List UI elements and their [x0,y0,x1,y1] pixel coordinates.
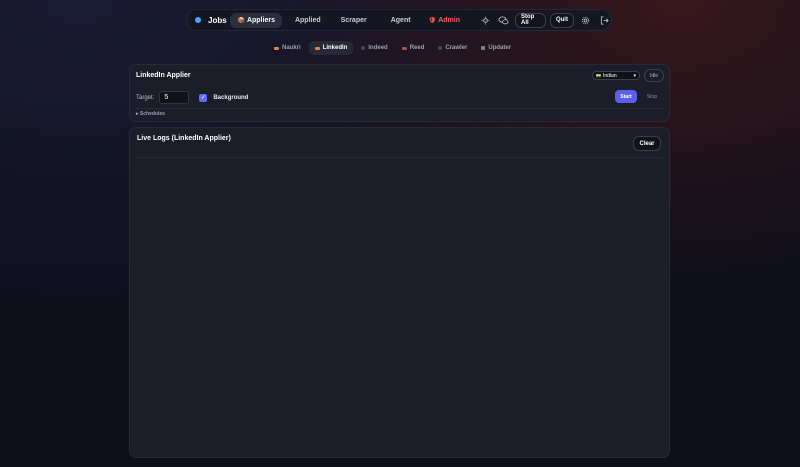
globe-icon [361,46,366,50]
logout-icon [600,15,609,25]
schedules-label: Schedules [139,111,165,117]
chat-button[interactable] [496,12,510,28]
subtab-indeed[interactable]: Indeed [355,41,393,55]
start-button[interactable]: Start [615,90,637,103]
document-icon [481,46,486,50]
theme-toggle-button[interactable] [479,12,493,28]
schedules-toggle[interactable]: ▸ Schedules [136,111,165,117]
flag-icon: 🇮🇳 [596,73,601,78]
quit-button[interactable]: Quit [549,12,574,28]
nav-tab-label: Appliers [246,16,275,24]
subtab-updater[interactable]: Updater [475,41,517,55]
flag-icon [274,46,279,50]
chat-icon [498,15,509,24]
package-icon: 📦 [237,17,245,24]
background-label: Background [213,94,249,101]
brand-dot-icon [195,17,201,23]
live-logs-panel: Live Logs (LinkedIn Applier) Clear [129,127,670,458]
flag-icon [314,46,320,50]
flag-icon [401,46,407,50]
divider [136,157,663,158]
background-checkbox[interactable]: ✓ [199,93,208,102]
stop-all-button[interactable]: Stop All [515,12,546,28]
nav-tab-applied[interactable]: Applied [288,13,328,28]
stop-button[interactable]: Stop [643,90,661,103]
subtab-label: Crawler [445,45,468,51]
nav-tab-agent[interactable]: Agent [384,13,418,28]
nav-tab-admin[interactable]: 🛡 Admin [422,13,467,28]
shield-icon: 🛡 [428,17,437,24]
applier-controls: Target: 5 ✓ Background [136,91,248,104]
target-input[interactable]: 5 [159,91,190,104]
nav-tab-appliers[interactable]: 📦 Appliers [230,12,282,28]
gear-icon [582,16,590,24]
region-value: Indian [602,72,617,79]
logs-title: Live Logs (LinkedIn Applier) [137,135,231,142]
status-badge: Idle [644,69,665,82]
subtab-label: LinkedIn [322,45,348,51]
subtab-label: Updater [488,45,512,51]
subtab-label: Naukri [282,45,301,51]
applier-title: LinkedIn Applier [136,72,191,79]
brand[interactable]: Jobs [195,16,230,25]
divider [136,108,663,109]
nav-tab-label: Agent [390,16,411,24]
applier-panel: LinkedIn Applier 🇮🇳 Indian ▾ Idle Target… [129,64,670,122]
nav-tab-scraper[interactable]: Scraper [334,13,374,28]
nav-tab-label: Scraper [340,16,367,24]
subtab-reed[interactable]: Reed [396,41,431,55]
settings-button[interactable] [579,12,593,28]
globe-icon [438,46,443,50]
logs-output[interactable] [136,160,663,451]
caret-right-icon: ▸ [136,111,139,117]
subtab-linkedin[interactable]: LinkedIn [308,41,354,55]
region-select[interactable]: 🇮🇳 Indian ▾ [592,71,640,80]
subtab-naukri[interactable]: Naukri [268,41,307,55]
brand-title: Jobs [208,15,227,25]
check-icon: ✓ [200,95,206,101]
subtab-label: Indeed [368,45,388,51]
subtab-crawler[interactable]: Crawler [432,41,473,55]
top-navbar: Jobs 📦 Appliers Applied Scraper Agent 🛡 … [186,9,612,31]
chevron-down-icon: ▾ [633,73,636,79]
subtab-label: Reed [409,45,425,51]
nav-tab-label: Applied [294,16,321,24]
sun-icon [481,15,490,25]
clear-logs-button[interactable]: Clear [633,136,661,151]
logout-button[interactable] [597,12,611,28]
applier-subtabs: Naukri LinkedIn Indeed Reed Crawler Upda… [268,41,517,55]
target-label: Target: [136,94,155,101]
nav-tab-label: Admin [438,16,460,24]
